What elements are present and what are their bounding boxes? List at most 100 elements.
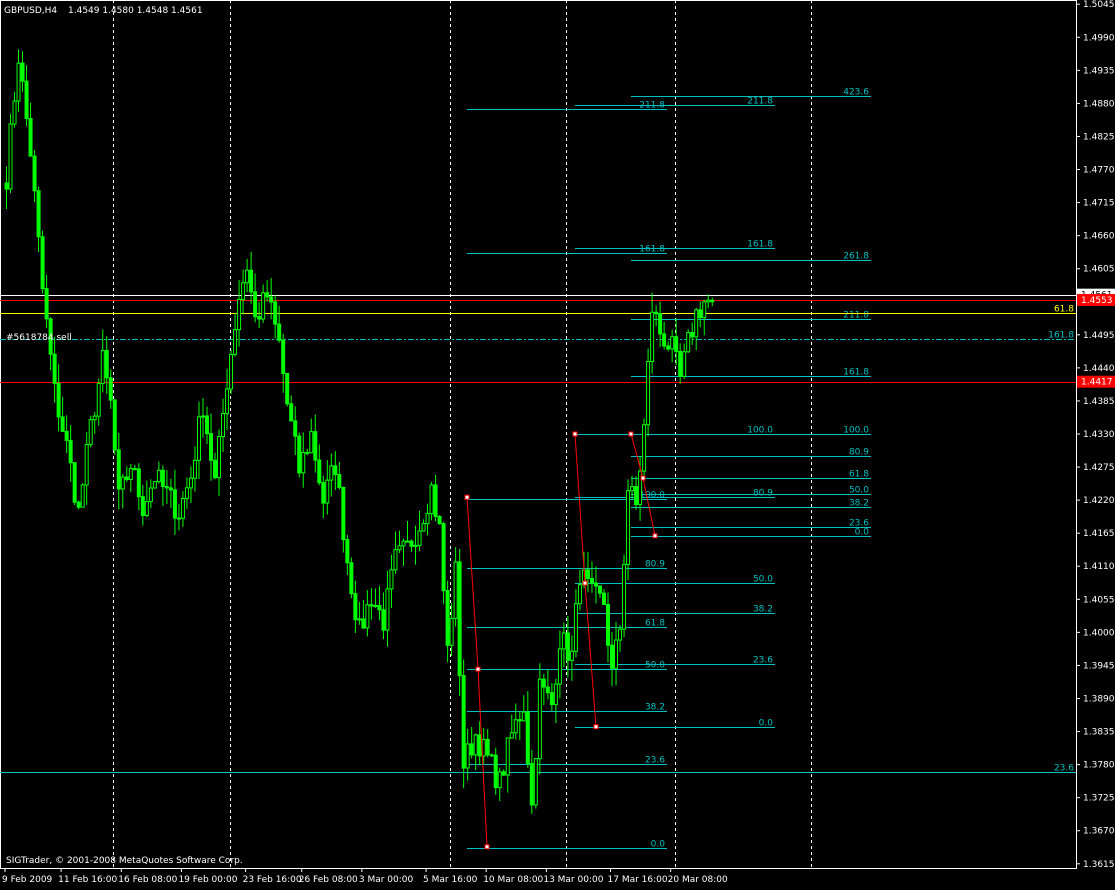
candle-body bbox=[333, 465, 338, 476]
trendline-handle[interactable] bbox=[475, 666, 481, 672]
fib-level-label: 0.0 bbox=[759, 719, 774, 729]
trendline-handle[interactable] bbox=[640, 475, 646, 481]
trendline-handle[interactable] bbox=[582, 580, 588, 586]
candle-body bbox=[253, 291, 258, 318]
candle-body bbox=[120, 476, 125, 490]
fib-level-label: 0.0 bbox=[855, 528, 870, 538]
trendline-handle[interactable] bbox=[572, 431, 578, 437]
candle-body bbox=[297, 435, 302, 474]
fib-level-label: 423.6 bbox=[843, 88, 869, 98]
candle-body bbox=[56, 382, 61, 418]
candle-body bbox=[277, 323, 282, 341]
x-tick-label: 5 Mar 16:00 bbox=[423, 875, 478, 885]
candle-body bbox=[445, 590, 450, 646]
candle-body bbox=[217, 436, 222, 479]
candle-body bbox=[180, 497, 185, 519]
candle-body bbox=[40, 236, 45, 290]
candle-body bbox=[341, 486, 346, 541]
candle-body bbox=[509, 732, 514, 739]
candle-body bbox=[176, 517, 181, 520]
candle-body bbox=[72, 462, 77, 503]
candle-body bbox=[213, 459, 218, 479]
trendline-handle[interactable] bbox=[652, 533, 658, 539]
candle-body bbox=[493, 754, 498, 789]
candle-body bbox=[497, 771, 502, 789]
candle-body bbox=[160, 469, 165, 488]
candle-body bbox=[393, 549, 398, 571]
candle-body bbox=[465, 743, 470, 769]
candle-body bbox=[417, 530, 422, 546]
candle-body bbox=[710, 299, 715, 303]
candle-body bbox=[642, 424, 647, 472]
candle-body bbox=[606, 603, 610, 646]
candle-body bbox=[650, 311, 655, 363]
candle-body bbox=[461, 675, 466, 769]
chart-window[interactable]: 211.8 161.8 100.0 80.9 61.8 50.0 38.2 23.6 0.0 21… bbox=[0, 0, 1115, 886]
candle-body bbox=[36, 190, 41, 238]
candle-body bbox=[381, 609, 386, 631]
candle-body bbox=[634, 486, 639, 506]
fib-level-label: 50.0 bbox=[849, 486, 869, 496]
candle-body bbox=[293, 420, 298, 437]
candle-body bbox=[281, 339, 286, 374]
price-chart[interactable]: 211.8 161.8 100.0 80.9 61.8 50.0 38.2 23.6 0.0 21… bbox=[0, 0, 1115, 886]
candle-body bbox=[553, 683, 558, 706]
candle-body bbox=[245, 269, 250, 284]
candle-body bbox=[128, 468, 133, 481]
candle-body bbox=[76, 501, 81, 508]
candle-body bbox=[449, 617, 454, 646]
candle-body bbox=[533, 758, 538, 806]
candle-body bbox=[100, 349, 105, 385]
candle-body bbox=[168, 487, 173, 491]
candle-body bbox=[349, 562, 354, 595]
candle-body bbox=[549, 692, 554, 706]
candle-body bbox=[196, 416, 201, 461]
trendline-handle[interactable] bbox=[484, 844, 490, 850]
candle-body bbox=[237, 298, 242, 331]
y-tick-label: 1.3945 bbox=[1083, 661, 1115, 671]
candle-body bbox=[489, 754, 494, 757]
candle-body bbox=[249, 269, 254, 293]
y-tick-label: 1.4990 bbox=[1083, 33, 1115, 43]
candle-body bbox=[674, 336, 679, 353]
candle-body bbox=[569, 650, 574, 661]
candle-body bbox=[221, 413, 226, 438]
fib-level-label: 80.9 bbox=[753, 489, 773, 499]
fib-level-label: 261.8 bbox=[843, 252, 869, 262]
candle-body bbox=[397, 545, 402, 551]
candle-body bbox=[4, 182, 9, 190]
candle-body bbox=[68, 439, 73, 464]
candle-body bbox=[670, 336, 675, 350]
candle-body bbox=[261, 292, 266, 320]
y-tick-label: 1.4495 bbox=[1083, 331, 1115, 341]
candle-body bbox=[429, 484, 434, 515]
candle-body bbox=[597, 585, 602, 594]
y-tick-label: 1.4715 bbox=[1083, 199, 1115, 209]
candle-body bbox=[132, 468, 137, 471]
candle-body bbox=[112, 399, 117, 451]
candle-body bbox=[369, 604, 374, 607]
candle-body bbox=[188, 477, 193, 489]
fib-level-label: 38.2 bbox=[753, 605, 773, 615]
candle-body bbox=[433, 484, 438, 517]
candle-body bbox=[413, 544, 418, 547]
candle-body bbox=[385, 588, 390, 631]
candle-body bbox=[373, 604, 378, 607]
y-tick-label: 1.3780 bbox=[1083, 761, 1115, 771]
trendline-handle[interactable] bbox=[593, 724, 599, 730]
candle-body bbox=[233, 329, 238, 355]
candle-body bbox=[12, 100, 17, 125]
candle-body bbox=[205, 415, 209, 435]
y-tick-label: 1.4055 bbox=[1083, 595, 1115, 605]
candle-body bbox=[658, 313, 663, 335]
candle-body bbox=[521, 711, 526, 722]
y-tick-label: 1.4110 bbox=[1083, 562, 1115, 572]
trendline-handle[interactable] bbox=[628, 431, 634, 437]
x-tick-label: 10 Mar 08:00 bbox=[483, 875, 543, 885]
candle-body bbox=[505, 737, 510, 776]
trendline-handle[interactable] bbox=[464, 494, 470, 500]
candle-body bbox=[702, 301, 707, 319]
x-tick-label: 26 Feb 08:00 bbox=[299, 875, 358, 885]
candle-body bbox=[156, 469, 161, 483]
candle-body bbox=[425, 513, 430, 525]
